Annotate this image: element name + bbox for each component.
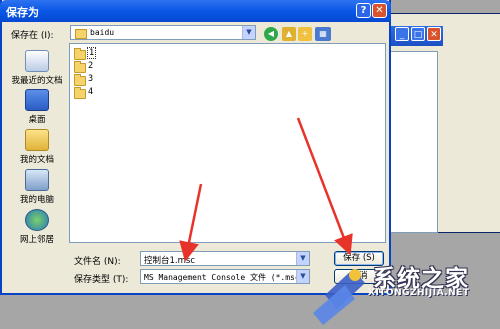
- arrow-to-filename: [179, 183, 203, 262]
- watermark-en: XITONGZHIJIA.NET: [368, 288, 470, 298]
- arrow-to-save-button: [296, 117, 353, 256]
- watermark-emblem: [313, 269, 365, 325]
- watermark-logo: 系统之家 XITONGZHIJIA.NET: [305, 255, 500, 329]
